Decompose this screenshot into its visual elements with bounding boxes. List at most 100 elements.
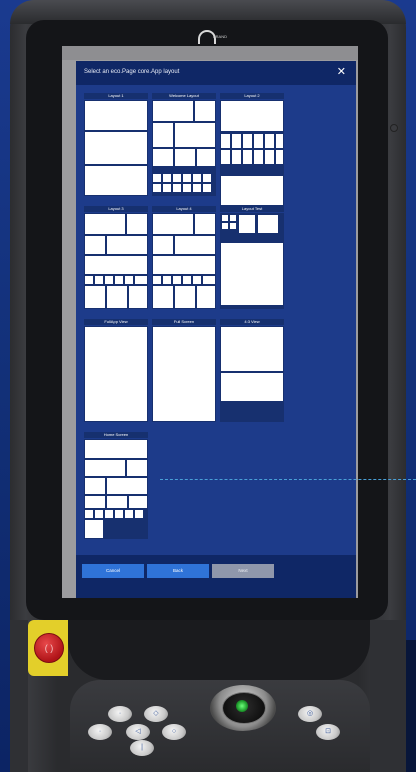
layout-cell xyxy=(221,327,283,371)
layout-cell xyxy=(153,101,193,121)
layout-label: FullApp View xyxy=(84,319,148,325)
layout-cell xyxy=(85,236,105,254)
layout-label: Layout Test xyxy=(220,206,284,212)
layout-card-full-screen[interactable]: Full Screen xyxy=(152,319,216,422)
layout-cell xyxy=(175,149,195,166)
layout-cell xyxy=(175,236,215,254)
layout-cell xyxy=(153,214,193,234)
layout-cell xyxy=(230,215,236,221)
layout-cell xyxy=(173,174,181,182)
layout-label: Layout 3 xyxy=(84,206,148,212)
hardware-button-2[interactable]: ◇ xyxy=(144,706,168,722)
layout-cell xyxy=(129,286,147,308)
layout-cell xyxy=(221,243,283,305)
layout-thumbnail xyxy=(152,326,216,422)
back-button[interactable]: Back xyxy=(147,564,209,578)
layout-grid: Layout 1 Welcome Layout Layout 2 Layout … xyxy=(76,85,356,555)
layout-card-layout-test[interactable]: Layout Test xyxy=(220,206,284,309)
layout-cell xyxy=(163,174,171,182)
layout-cell xyxy=(107,496,127,508)
brand-logo-text: BRAND xyxy=(213,34,228,39)
layout-cell xyxy=(85,256,147,274)
layout-cell xyxy=(276,150,283,164)
layout-cell xyxy=(254,134,263,148)
next-button[interactable]: Next xyxy=(212,564,274,578)
layout-thumbnail xyxy=(220,100,284,206)
layout-cell xyxy=(85,520,103,538)
layout-thumbnail xyxy=(152,100,216,196)
camera-icon xyxy=(390,124,398,132)
layout-card-layout-3[interactable]: Layout 3 xyxy=(84,206,148,309)
layout-cell xyxy=(203,184,211,192)
layout-cell xyxy=(193,174,201,182)
layout-cell xyxy=(232,150,241,164)
layout-cell xyxy=(125,276,133,284)
layout-cell xyxy=(125,510,133,518)
hardware-button-1[interactable]: · xyxy=(108,706,132,722)
layout-cell xyxy=(265,150,274,164)
layout-thumbnail xyxy=(84,326,148,422)
layout-cell xyxy=(153,123,173,147)
close-icon[interactable]: ✕ xyxy=(337,65,346,79)
layout-cell xyxy=(221,101,283,131)
layout-thumbnail xyxy=(152,213,216,309)
screen: Select an eco.Page core.App layout ✕ Lay… xyxy=(62,46,358,598)
layout-label: Welcome Layout xyxy=(152,93,216,99)
hardware-button-4[interactable]: ◁ xyxy=(126,724,150,740)
layout-label: Layout 4 xyxy=(152,206,216,212)
layout-cell xyxy=(163,184,171,192)
layout-cell xyxy=(243,150,252,164)
layout-label: 4:3 View xyxy=(220,319,284,325)
layout-cell xyxy=(105,510,113,518)
layout-card-layout-1[interactable]: Layout 1 xyxy=(84,93,148,196)
layout-cell xyxy=(95,510,103,518)
layout-cell xyxy=(85,214,125,234)
layout-cell xyxy=(195,214,215,234)
layout-cell xyxy=(230,223,236,229)
layout-cell xyxy=(173,184,181,192)
layout-cell xyxy=(85,478,105,494)
layout-card-home-screen[interactable]: Home Screen xyxy=(84,432,148,539)
layout-cell xyxy=(243,134,252,148)
layout-label: Full Screen xyxy=(152,319,216,325)
hardware-button-5[interactable]: ○ xyxy=(162,724,186,740)
layout-cell xyxy=(85,496,105,508)
layout-cell xyxy=(153,149,173,166)
cancel-button[interactable]: Cancel xyxy=(82,564,144,578)
layout-cell xyxy=(175,286,195,308)
layout-cell xyxy=(258,215,278,233)
hardware-button-3[interactable]: · xyxy=(88,724,112,740)
layout-card-layout-2[interactable]: Layout 2 xyxy=(220,93,284,206)
pendant-right-grip xyxy=(370,620,406,772)
layout-card-welcome-layout[interactable]: Welcome Layout xyxy=(152,93,216,196)
emergency-stop-button[interactable]: ( ) xyxy=(34,633,64,663)
callout-line xyxy=(160,479,416,480)
layout-cell xyxy=(265,134,274,148)
layout-card-layout-4[interactable]: Layout 4 xyxy=(152,206,216,309)
layout-cell xyxy=(85,132,147,164)
layout-cell xyxy=(197,149,215,166)
layout-cell xyxy=(129,496,147,508)
layout-cell xyxy=(276,134,283,148)
layout-cell xyxy=(221,373,283,401)
dialog-footer: Cancel Back Next xyxy=(76,555,356,598)
layout-cell xyxy=(105,276,113,284)
hardware-button-7[interactable]: ◎ xyxy=(298,706,322,722)
layout-cell xyxy=(193,276,201,284)
layout-card-4-3-view[interactable]: 4:3 View xyxy=(220,319,284,422)
layout-cell xyxy=(195,101,215,121)
layout-cell xyxy=(163,276,171,284)
layout-cell xyxy=(221,134,230,148)
status-led-icon xyxy=(236,700,248,712)
layout-cell xyxy=(95,276,103,284)
layout-cell xyxy=(153,327,215,421)
hardware-button-8[interactable]: ⊡ xyxy=(316,724,340,740)
layout-cell xyxy=(85,440,147,458)
hardware-button-6[interactable]: | xyxy=(130,740,154,756)
layout-cell xyxy=(232,134,241,148)
layout-label: Layout 2 xyxy=(220,93,284,99)
layout-cell xyxy=(203,276,215,284)
layout-card-fullapp-view[interactable]: FullApp View xyxy=(84,319,148,422)
layout-cell xyxy=(85,510,93,518)
layout-cell xyxy=(254,150,263,164)
